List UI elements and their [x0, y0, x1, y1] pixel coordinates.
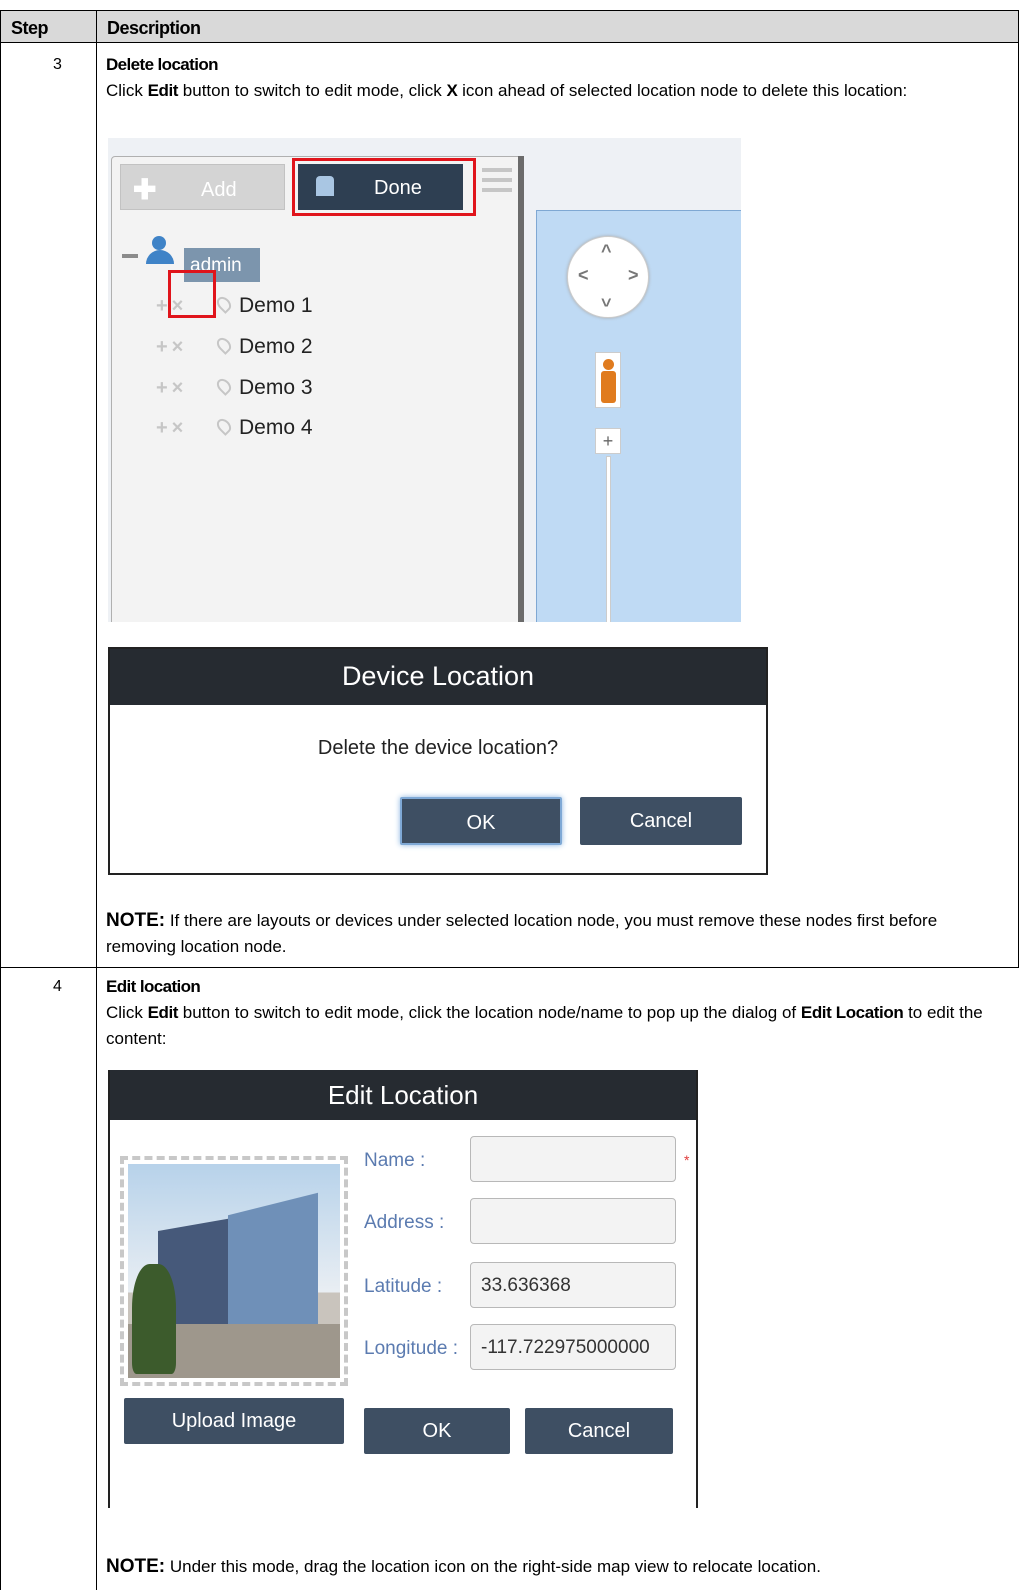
node-label[interactable]: Demo 2	[239, 335, 313, 359]
zoom-in-button[interactable]: +	[595, 428, 621, 454]
step-note: NOTE: If there are layouts or devices un…	[106, 908, 1006, 960]
step-intro: Click Edit button to switch to edit mode…	[106, 81, 908, 100]
plus-icon: ✚	[133, 174, 157, 205]
step-intro: Click Edit button to switch to edit mode…	[106, 1003, 983, 1048]
instruction-table: Step Description 3 Delete location Click…	[0, 10, 1019, 1590]
node-label[interactable]: Demo 1	[239, 294, 313, 318]
description-column-header: Description	[107, 18, 201, 38]
ok-button[interactable]: OK	[364, 1408, 510, 1454]
building-photo	[128, 1164, 340, 1378]
location-pin-icon	[214, 416, 234, 436]
cancel-button[interactable]: Cancel	[525, 1408, 673, 1454]
note-label: NOTE:	[106, 1556, 166, 1577]
menu-icon[interactable]	[482, 168, 512, 204]
add-delete-icons[interactable]: +×	[156, 377, 187, 400]
device-location-dialog: Device Location Delete the device locati…	[108, 647, 768, 875]
node-label[interactable]: Demo 4	[239, 416, 313, 440]
location-image-frame[interactable]	[120, 1156, 348, 1386]
collapse-icon[interactable]	[122, 254, 138, 258]
edit-location-dialog: Edit Location Name : * Address : Latitud…	[108, 1070, 698, 1508]
step-column-header: Step	[11, 18, 49, 38]
latitude-field[interactable]: 33.636368	[470, 1262, 676, 1308]
table-header: Step Description	[0, 10, 1019, 43]
location-pin-icon	[214, 335, 234, 355]
dialog-title: Edit Location	[110, 1070, 696, 1120]
pan-down-icon[interactable]: ^	[601, 289, 612, 310]
row-divider	[0, 967, 1019, 968]
pan-up-icon[interactable]: ^	[601, 241, 612, 262]
add-delete-icons[interactable]: +×	[156, 336, 187, 359]
step-number: 4	[53, 978, 62, 995]
ok-button[interactable]: OK	[400, 797, 562, 845]
name-label: Name :	[364, 1150, 426, 1171]
note-text: Under this mode, drag the location icon …	[165, 1557, 821, 1576]
node-label[interactable]: Demo 3	[239, 376, 313, 400]
zoom-slider[interactable]	[606, 456, 611, 622]
step-number: 3	[53, 56, 62, 73]
street-view-pegman-icon[interactable]	[595, 352, 621, 408]
pan-control[interactable]: ^ < > ^	[567, 236, 649, 318]
tree-node[interactable]: +× Demo 3	[156, 374, 456, 404]
address-label: Address :	[364, 1212, 445, 1233]
step-title: Edit location	[106, 977, 201, 996]
step-note: NOTE: Under this mode, drag the location…	[106, 1554, 1006, 1580]
add-button-label: Add	[201, 179, 237, 201]
dialog-message: Delete the device location?	[317, 737, 559, 759]
location-pin-icon	[214, 376, 234, 396]
pan-left-icon[interactable]: <	[578, 265, 589, 286]
pan-right-icon[interactable]: >	[628, 265, 639, 286]
cancel-button[interactable]: Cancel	[580, 797, 742, 845]
upload-image-button[interactable]: Upload Image	[124, 1398, 344, 1444]
table-border-left	[0, 10, 1, 1590]
user-group-icon	[146, 236, 180, 268]
name-field[interactable]	[470, 1136, 676, 1182]
panel-divider	[518, 156, 524, 622]
address-field[interactable]	[470, 1198, 676, 1244]
longitude-label: Longitude :	[364, 1338, 459, 1359]
dialog-title: Device Location	[110, 649, 766, 705]
step-title: Delete location	[106, 55, 219, 74]
required-marker: *	[684, 1152, 690, 1168]
location-tree-screenshot: ✚ Add Done admin +× Demo 1 +× Demo 2 +× Dem…	[108, 138, 741, 622]
table-column-divider	[96, 10, 97, 1590]
add-delete-icons[interactable]: +×	[156, 417, 187, 440]
add-button[interactable]: ✚ Add	[120, 164, 285, 210]
longitude-field[interactable]: -117.722975000000	[470, 1324, 676, 1370]
step-description: Delete location Click Edit button to swi…	[106, 52, 1006, 104]
tree-node[interactable]: +× Demo 2	[156, 333, 456, 363]
tree-node[interactable]: +× Demo 4	[156, 414, 456, 444]
done-highlight	[292, 158, 476, 216]
step-description: Edit location Click Edit button to switc…	[106, 974, 1006, 1052]
note-label: NOTE:	[106, 910, 166, 931]
location-pin-icon	[214, 294, 234, 314]
note-text: If there are layouts or devices under se…	[106, 911, 938, 956]
latitude-label: Latitude :	[364, 1276, 443, 1297]
delete-icon-highlight	[168, 270, 216, 318]
